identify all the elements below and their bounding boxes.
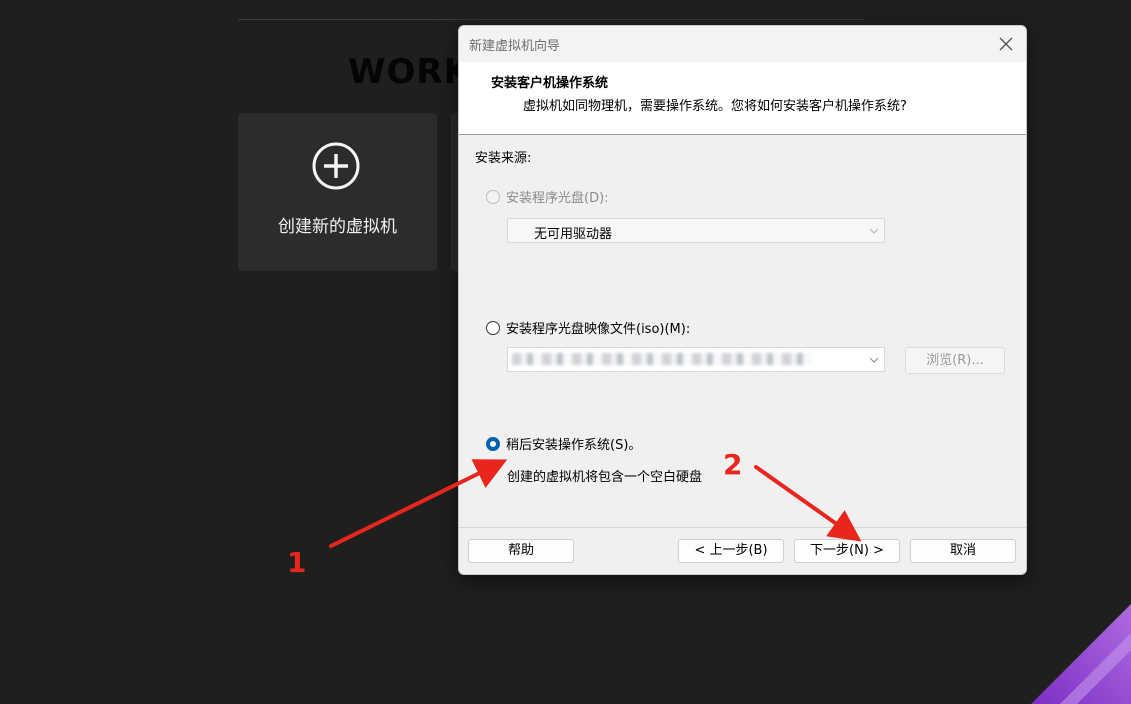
chevron-down-icon [870,228,878,234]
iso-radio[interactable] [486,320,500,335]
footer-divider [459,527,1026,528]
chevron-down-icon[interactable] [870,356,878,364]
annotation-label-1: 1 [287,546,307,579]
iso-radio-label: 安装程序光盘映像文件(iso)(M): [506,322,691,337]
browse-button[interactable]: 浏览(R)... [905,347,1005,374]
option-installer-disc: 安装程序光盘(D): [486,187,609,206]
install-later-note: 创建的虚拟机将包含一个空白硬盘 [507,470,703,485]
annotation-label-2: 2 [723,448,743,481]
install-later-label: 稍后安装操作系统(S)。 [506,438,642,453]
iso-path-redacted [512,353,812,365]
dialog-title: 新建虚拟机向导 [469,39,561,54]
workstation-title: WORK [348,52,471,92]
option-install-later[interactable]: 稍后安装操作系统(S)。 [486,434,641,453]
header-divider [238,19,864,20]
help-button[interactable]: 帮助 [468,539,574,563]
option-iso-image[interactable]: 安装程序光盘映像文件(iso)(M): [486,318,690,337]
wizard-header: 安装客户机操作系统 虚拟机如同物理机，需要操作系统。您将如何安装客户机操作系统? [459,62,1026,135]
iso-path-combo[interactable] [507,347,885,372]
next-button[interactable]: 下一步(N) > [794,539,900,563]
install-later-radio[interactable] [486,436,500,451]
disc-drive-value: 无可用驱动器 [534,227,613,242]
create-vm-label: 创建新的虚拟机 [278,217,397,237]
close-icon[interactable] [996,34,1016,54]
disc-radio-label: 安装程序光盘(D): [506,191,609,206]
wizard-step-subtitle: 虚拟机如同物理机，需要操作系统。您将如何安装客户机操作系统? [523,99,907,114]
back-button[interactable]: < 上一步(B) [678,539,784,563]
new-vm-wizard-dialog: 新建虚拟机向导 安装客户机操作系统 虚拟机如同物理机，需要操作系统。您将如何安装… [458,25,1027,575]
create-vm-tile[interactable]: 创建新的虚拟机 [238,113,437,271]
dialog-titlebar: 新建虚拟机向导 [459,26,1026,62]
plus-circle-icon [312,142,360,190]
wizard-step-title: 安装客户机操作系统 [491,76,609,91]
disc-radio [486,189,500,204]
cancel-button[interactable]: 取消 [910,539,1016,563]
disc-drive-select: 无可用驱动器 [507,218,885,243]
install-source-label: 安装来源: [475,151,532,166]
